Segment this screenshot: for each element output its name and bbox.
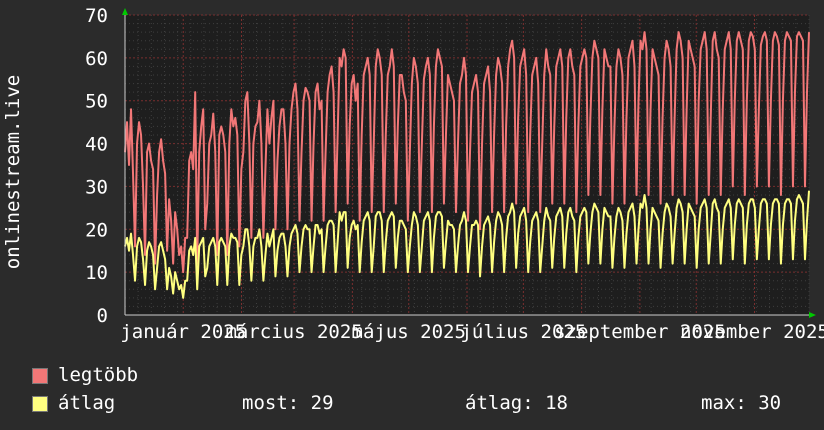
x-axis-arrow: [809, 312, 816, 318]
y-axis-label: onlinestream.live: [2, 74, 24, 270]
y-tick-label: 10: [85, 262, 108, 284]
legend-label-avg: átlag: [58, 392, 116, 414]
stat-average: átlag: 18: [465, 392, 568, 414]
y-tick-label: 40: [85, 134, 108, 156]
y-tick-label: 30: [85, 176, 108, 198]
chart: 010203040506070 január 2025március 2025m…: [85, 5, 824, 343]
y-tick-label: 60: [85, 48, 108, 70]
y-axis-arrow: [122, 8, 128, 15]
y-tick-label: 0: [97, 305, 108, 327]
x-tick-label: május 2025: [352, 321, 466, 343]
y-tick-label: 50: [85, 91, 108, 113]
legend-swatch-avg: [32, 396, 48, 412]
legend-row-avg: átlag most: 29 átlag: 18 max: 30: [32, 392, 792, 414]
x-tick-label: március 2025: [225, 321, 362, 343]
y-tick-label: 70: [85, 5, 108, 27]
y-tick-label: 20: [85, 219, 108, 241]
legend-row-max: legtöbb: [32, 364, 792, 386]
stat-max: max: 30: [701, 392, 782, 414]
y-axis-label-wrap: onlinestream.live: [2, 0, 24, 344]
x-tick-label: november 2025: [680, 321, 824, 343]
legend-swatch-max: [32, 368, 48, 384]
legend-label-max: legtöbb: [58, 364, 139, 386]
stat-now: most: 29: [242, 392, 334, 414]
